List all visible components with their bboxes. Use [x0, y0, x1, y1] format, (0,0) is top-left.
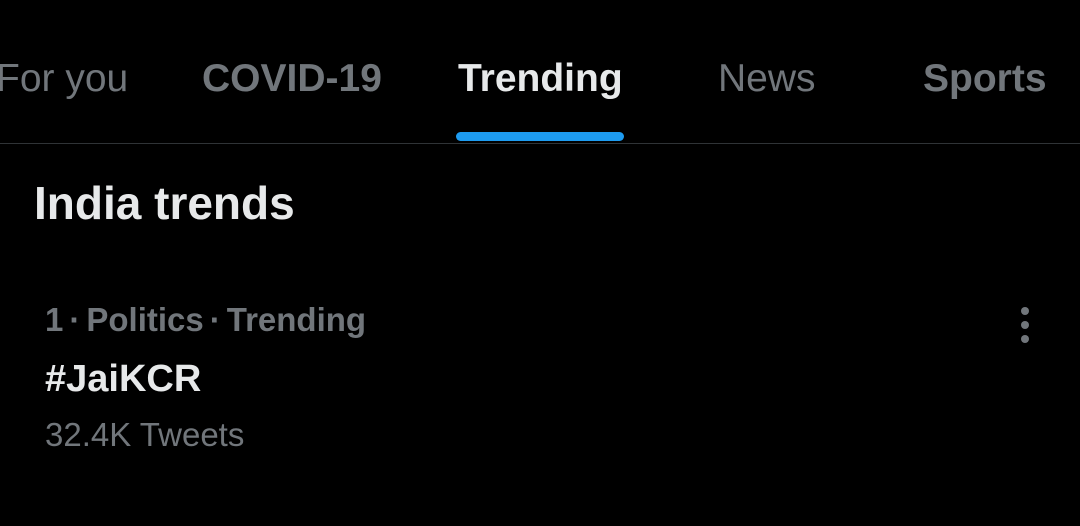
tab-trending[interactable]: Trending — [440, 0, 640, 143]
meta-separator: · — [69, 301, 81, 338]
explore-screen: For you COVID-19 Trending News Sports In… — [0, 0, 1080, 526]
meta-separator: · — [209, 301, 221, 338]
tab-covid-19-label: COVID-19 — [202, 57, 382, 100]
more-options-button[interactable] — [1004, 304, 1046, 346]
section-title: India trends — [34, 177, 295, 229]
tab-covid-19[interactable]: COVID-19 — [190, 0, 400, 143]
trend-tweet-count: 32.4K Tweets — [45, 416, 245, 453]
trend-category: Politics — [86, 301, 204, 338]
tab-for-you-label: For you — [0, 57, 129, 100]
explore-tab-bar: For you COVID-19 Trending News Sports — [0, 0, 1080, 144]
tab-sports-label: Sports — [923, 57, 1047, 100]
active-tab-indicator — [456, 132, 624, 141]
tab-news-label: News — [718, 57, 816, 100]
trend-name: #JaiKCR — [45, 358, 202, 400]
more-vertical-icon — [1021, 307, 1029, 343]
tab-trending-label: Trending — [458, 57, 623, 100]
tab-for-you[interactable]: For you — [0, 0, 146, 143]
tab-news[interactable]: News — [700, 0, 840, 143]
trend-item[interactable]: 1 · Politics · Trending #JaiKCR 32.4K Tweets — [0, 282, 1080, 472]
tab-sports[interactable]: Sports — [905, 0, 1075, 143]
trend-status: Trending — [226, 301, 367, 338]
trend-rank: 1 — [45, 301, 64, 338]
trend-meta: 1 · Politics · Trending — [45, 300, 366, 340]
